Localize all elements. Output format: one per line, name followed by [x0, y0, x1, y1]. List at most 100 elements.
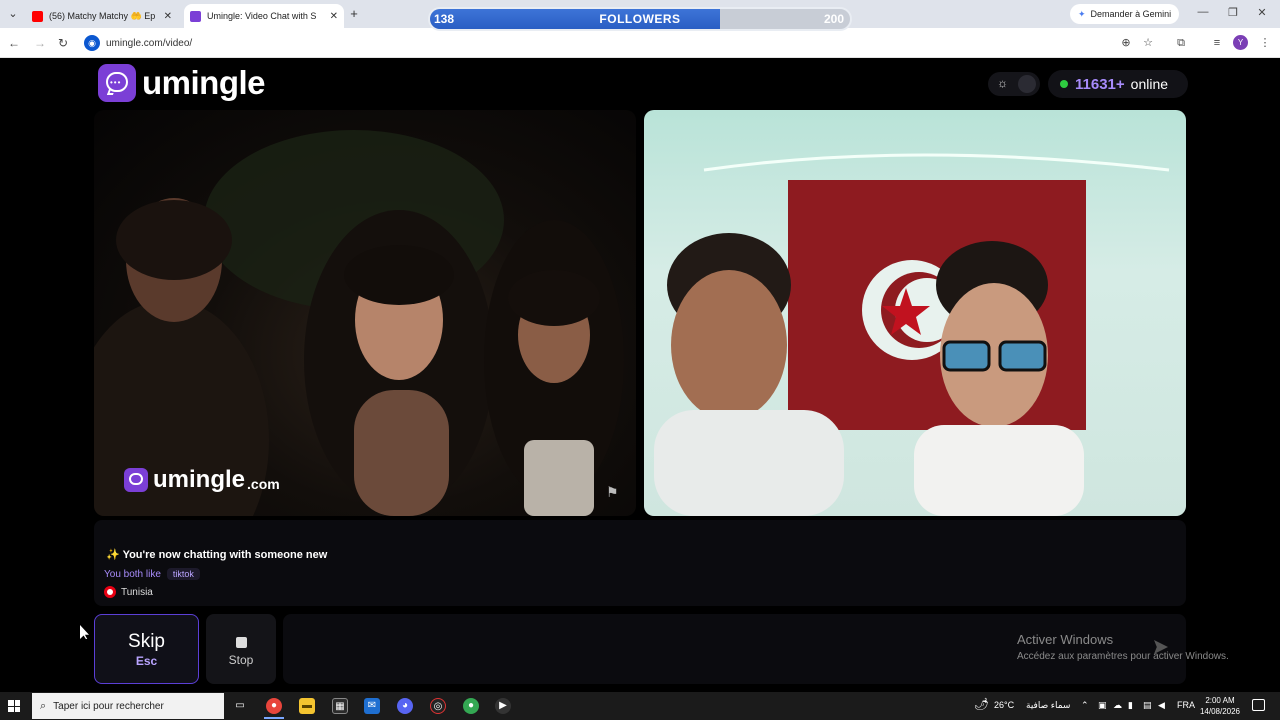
taskbar-clock[interactable]: 2:00 AM 14/08/2026	[1198, 695, 1242, 717]
mouse-cursor-icon	[80, 625, 89, 639]
chat-bubble-logo-icon: •••	[98, 64, 136, 102]
umingle-favicon-icon	[190, 10, 201, 22]
chrome-profile-icon[interactable]: ●	[463, 698, 479, 714]
self-video-frame	[654, 153, 1170, 516]
cloud-icon[interactable]: ☁	[1113, 700, 1122, 711]
file-explorer-icon[interactable]: ▬	[299, 698, 315, 714]
logo-wordmark: umingle	[142, 64, 266, 101]
media-player-icon[interactable]: ▶	[495, 698, 511, 714]
tray-app-icon[interactable]: ▣	[1098, 700, 1107, 711]
report-flag-icon[interactable]: ⚑	[606, 484, 619, 501]
theme-toggle[interactable]: ☼	[988, 72, 1040, 96]
skip-label: Skip	[128, 631, 165, 652]
gemini-button-label: Demander à Gemini	[1090, 9, 1172, 19]
mail-icon[interactable]: ✉	[364, 698, 380, 714]
close-tab-icon[interactable]: ✕	[164, 11, 172, 22]
windows-activation-notice: Activer Windows Accédez aux paramètres p…	[1017, 632, 1229, 662]
minimize-icon[interactable]: —	[1196, 6, 1210, 18]
stop-label: Stop	[228, 653, 254, 667]
online-count: 11631+	[1075, 75, 1125, 93]
network-icon[interactable]: ▤	[1143, 700, 1152, 711]
umingle-page: ••• umingle ☼ 11631+ online umingle .com…	[0, 58, 1280, 692]
reload-icon[interactable]: ↻	[55, 35, 71, 51]
gemini-sparkle-icon: ✦	[1078, 8, 1086, 19]
chat-panel: ✨ You're now chatting with someone new Y…	[94, 520, 1186, 606]
language-indicator[interactable]: FRA	[1177, 700, 1195, 710]
toggle-knob	[1018, 75, 1036, 93]
interests-label: You both like	[104, 568, 161, 580]
url-bar[interactable]: ◉ umingle.com/video/	[82, 32, 1162, 54]
stop-icon	[235, 637, 247, 648]
zoom-icon[interactable]: ⊕	[1119, 36, 1133, 50]
clock-date: 14/08/2026	[1199, 707, 1241, 716]
chrome-icon[interactable]: ●	[266, 698, 282, 714]
sparkle-icon: ✨	[106, 549, 120, 561]
online-label: online	[1130, 76, 1169, 92]
task-view-icon[interactable]: ▭	[232, 698, 248, 714]
new-chat-headline: You're now chatting with someone new	[122, 549, 328, 561]
tab-list-icon[interactable]: ≡	[1210, 36, 1224, 50]
clock-time: 2:00 AM	[1205, 696, 1235, 705]
app-icon[interactable]: ◎	[430, 698, 446, 714]
extensions-icon[interactable]: ⧉	[1174, 36, 1188, 50]
online-status-dot	[1060, 80, 1068, 88]
close-window-icon[interactable]: ✕	[1255, 6, 1269, 19]
url-text: umingle.com/video/	[106, 37, 193, 49]
gemini-button[interactable]: ✦ Demander à Gemini	[1070, 4, 1180, 24]
skip-button[interactable]: Skip Esc	[94, 614, 199, 684]
weather-temp[interactable]: 26°C	[994, 700, 1014, 710]
site-info-icon[interactable]: ◉	[84, 35, 100, 51]
profile-avatar[interactable]: Y	[1233, 35, 1248, 50]
address-bar-row: ← → ↻ ◉ umingle.com/video/ ⊕ ☆ ⧉ ≡ Y ⋮	[0, 28, 1280, 58]
stranger-video: umingle .com ⚑	[94, 110, 636, 516]
stranger-country: Tunisia	[104, 586, 153, 598]
windows-start-icon[interactable]	[8, 700, 20, 712]
activation-subtitle: Accédez aux paramètres pour activer Wind…	[1017, 651, 1229, 662]
weather-text[interactable]: سماء صافية	[1026, 700, 1070, 711]
discord-icon[interactable]: ◕	[397, 698, 413, 714]
forward-icon[interactable]: →	[32, 35, 48, 51]
close-tab-icon[interactable]: ✕	[330, 11, 338, 22]
tab-title: Umingle: Video Chat with S	[207, 11, 317, 21]
stranger-video-frame	[94, 130, 624, 516]
bookmark-star-icon[interactable]: ☆	[1141, 36, 1155, 50]
restore-icon[interactable]: ❐	[1226, 6, 1240, 19]
taskbar-search-placeholder: Taper ici pour rechercher	[53, 700, 164, 712]
interest-tag: tiktok	[166, 568, 200, 580]
battery-icon[interactable]: ▮	[1128, 700, 1133, 711]
sun-icon: ☼	[997, 76, 1008, 90]
youtube-icon	[32, 10, 43, 22]
tab-matchy[interactable]: (56) Matchy Matchy 🤲 Ep 93 V ✕	[26, 4, 178, 28]
volume-icon[interactable]: ◀	[1158, 700, 1165, 711]
new-tab-icon[interactable]: +	[346, 5, 362, 23]
online-counter: 11631+ online	[1048, 70, 1188, 98]
shared-interests: You both like tiktok	[104, 568, 200, 580]
notification-center-icon[interactable]	[1252, 699, 1265, 711]
skip-shortcut: Esc	[135, 654, 158, 668]
tab-umingle[interactable]: Umingle: Video Chat with S ✕	[184, 4, 344, 28]
windows-taskbar: ⌕ Taper ici pour rechercher ▭ ● ▬ ▦ ✉ ◕ …	[0, 692, 1280, 720]
tab-search-icon[interactable]: ⌄	[4, 5, 22, 23]
back-icon[interactable]: ←	[6, 35, 22, 51]
stop-button[interactable]: Stop	[206, 614, 276, 684]
country-name: Tunisia	[121, 586, 153, 598]
search-icon: ⌕	[40, 699, 47, 712]
umingle-watermark: umingle .com	[124, 466, 280, 494]
store-icon[interactable]: ▦	[332, 698, 348, 714]
site-logo[interactable]: ••• umingle	[98, 64, 266, 102]
tray-chevron-icon[interactable]: ⌃	[1081, 700, 1089, 711]
tunisia-flag-icon	[104, 586, 116, 598]
chrome-active-indicator	[264, 717, 284, 719]
followers-progress-bar: 138 FOLLOWERS 200	[428, 7, 852, 31]
followers-goal: 200	[823, 12, 844, 26]
chat-system-message: ✨ You're now chatting with someone new	[106, 548, 327, 561]
more-menu-icon[interactable]: ⋮	[1258, 36, 1272, 50]
watermark-name: umingle	[153, 466, 246, 493]
watermark-suffix: .com	[247, 476, 280, 492]
self-video	[644, 110, 1186, 516]
weather-icon: 🌶	[974, 697, 990, 711]
watermark-logo-icon	[124, 468, 148, 492]
activation-title: Activer Windows	[1017, 632, 1114, 647]
taskbar-search[interactable]: ⌕ Taper ici pour rechercher	[32, 693, 224, 719]
tab-title: (56) Matchy Matchy 🤲 Ep 93 V	[49, 10, 158, 21]
